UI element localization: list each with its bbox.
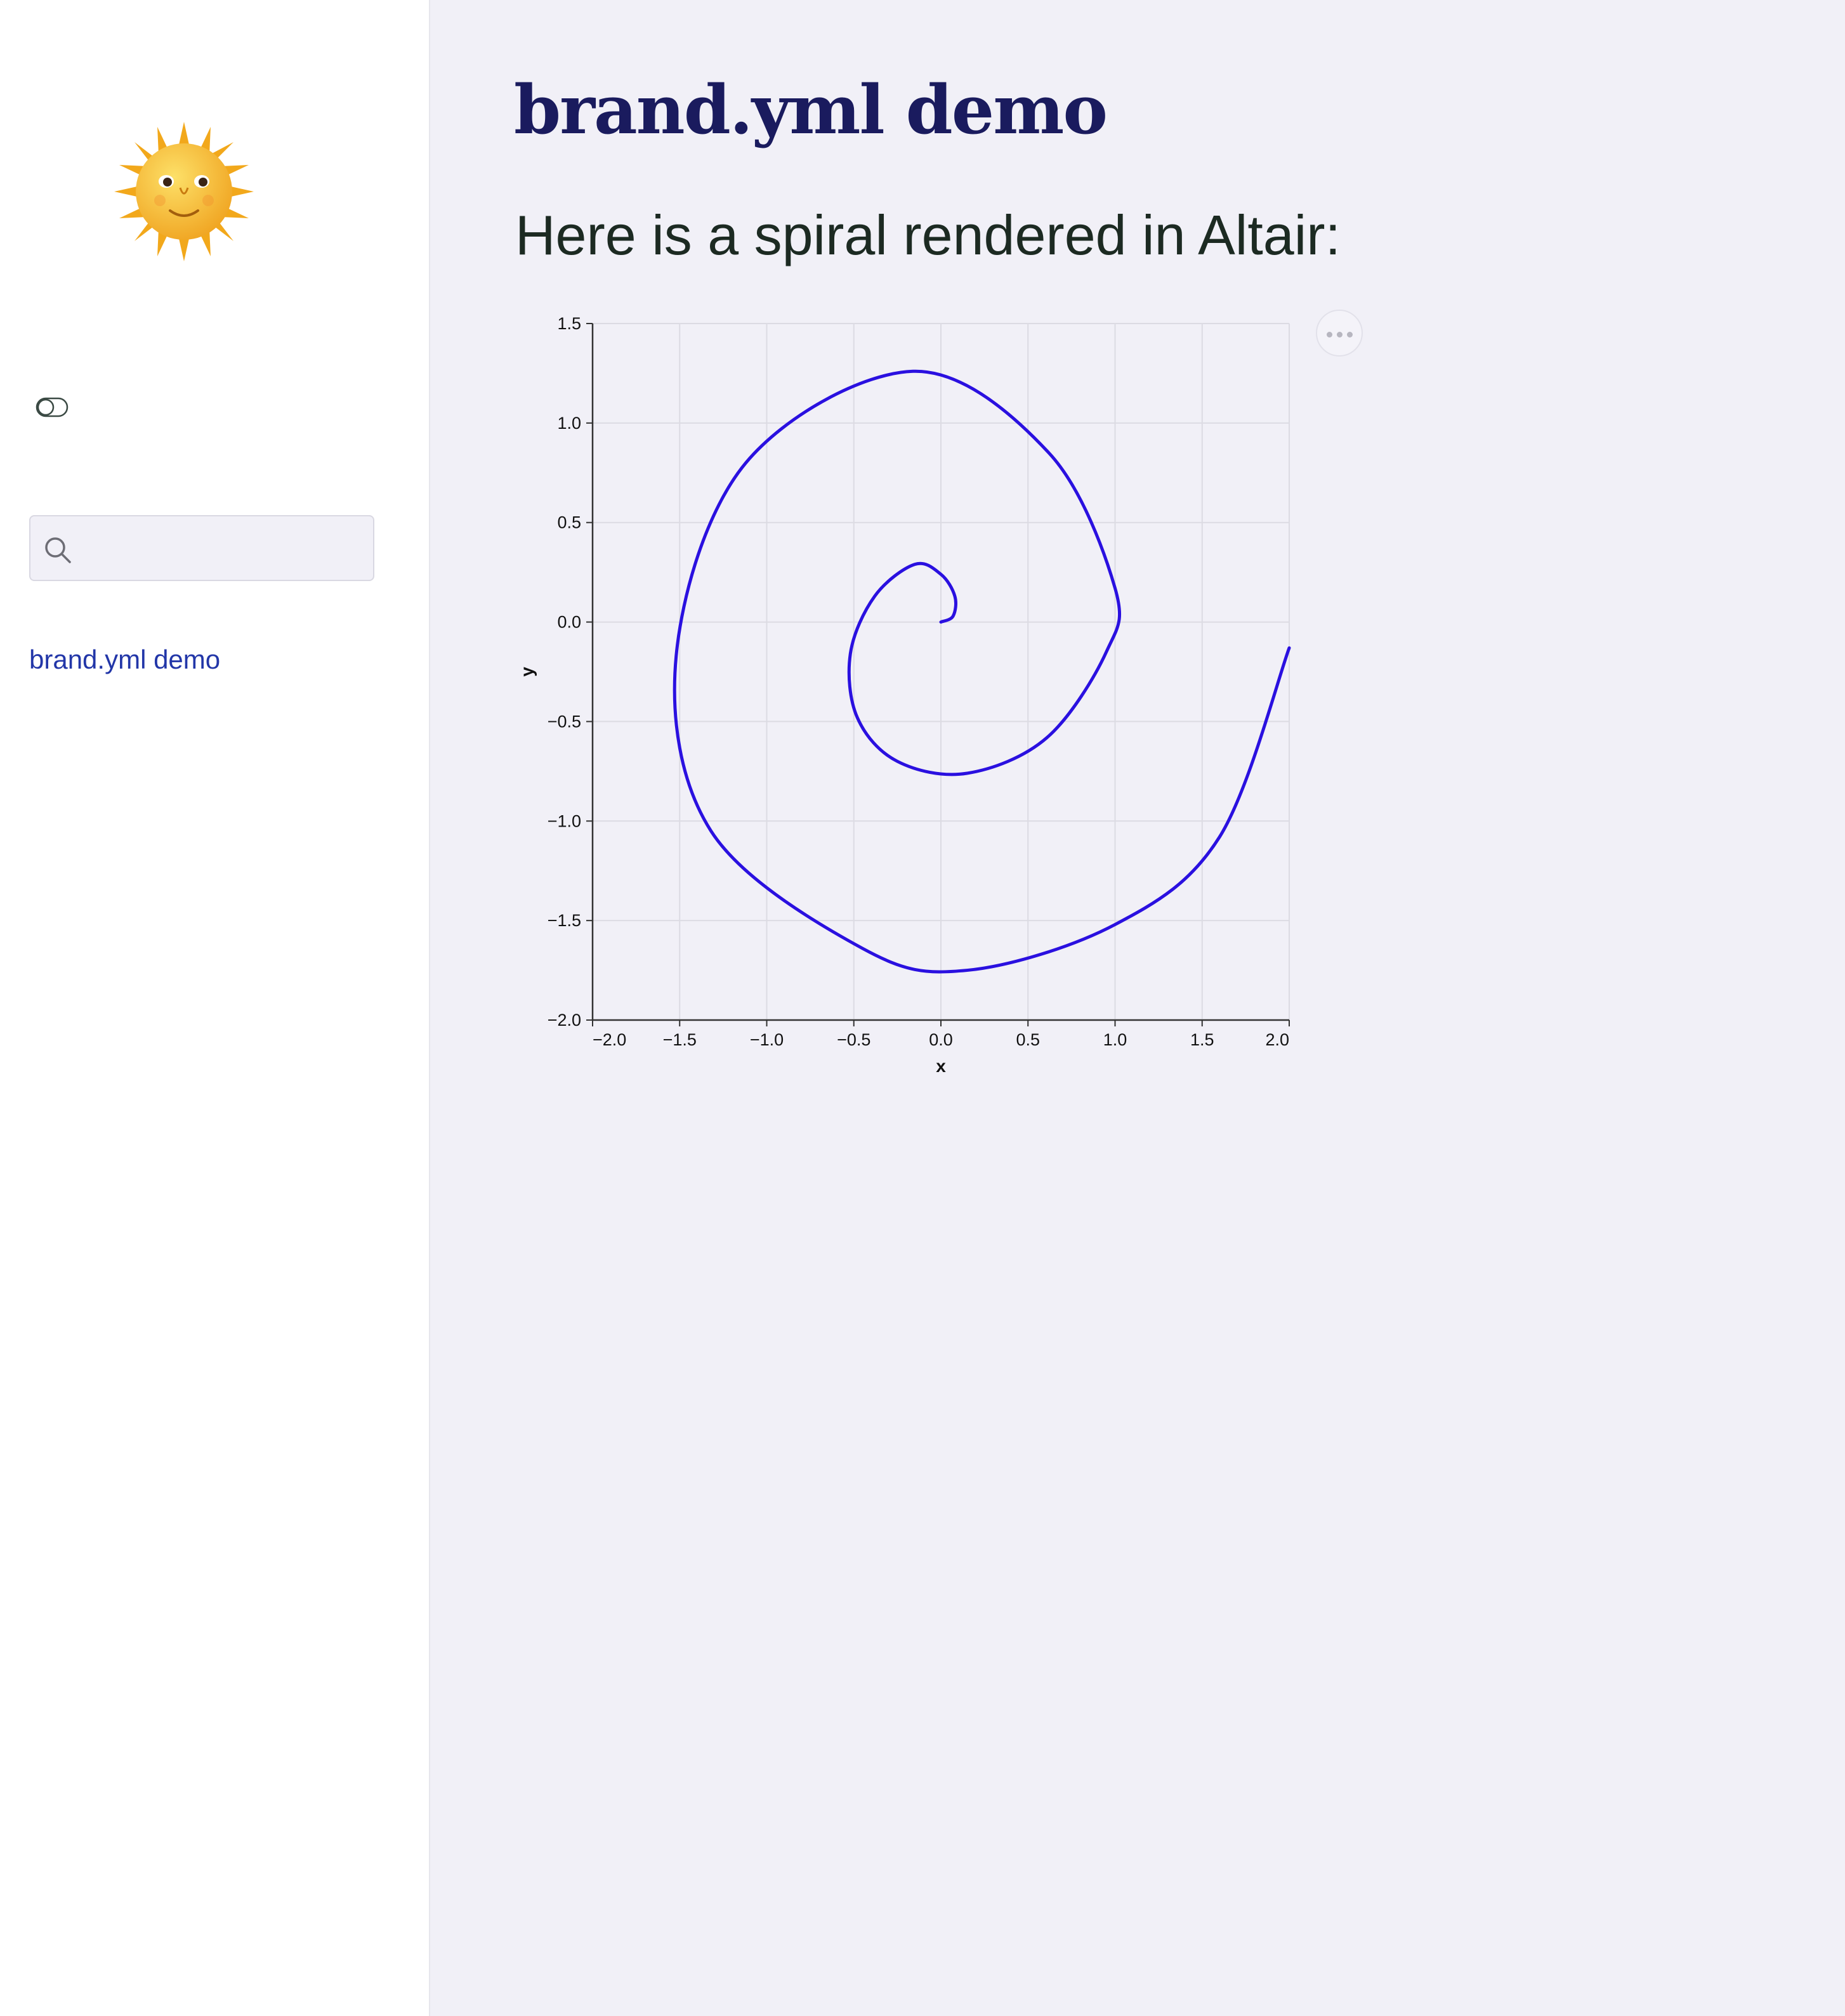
x-tick-label: −0.5	[837, 1030, 870, 1049]
search-box[interactable]	[29, 515, 374, 581]
y-tick-label: 0.5	[557, 513, 581, 532]
x-tick-label: −1.0	[750, 1030, 784, 1049]
x-gridlines	[592, 324, 1290, 1020]
toggle-switch-icon[interactable]	[36, 397, 69, 417]
x-tick-label: 2.0	[1265, 1030, 1289, 1049]
y-tick-label: 1.5	[557, 314, 581, 333]
chart-actions-menu-button[interactable]	[1316, 310, 1363, 357]
x-tick-label: 0.0	[929, 1030, 953, 1049]
x-tick-label: 1.5	[1190, 1030, 1214, 1049]
page-title: brand.yml demo	[514, 70, 1108, 149]
more-horizontal-icon-dot	[1327, 332, 1332, 337]
y-tick-label: 1.0	[557, 414, 581, 433]
y-tick-label: −1.5	[548, 911, 581, 930]
y-tick-label: 0.0	[557, 613, 581, 632]
x-axis-title: x	[936, 1056, 946, 1076]
more-horizontal-icon-dot	[1347, 332, 1353, 337]
intro-text: Here is a spiral rendered in Altair:	[515, 204, 1341, 266]
search-icon	[45, 537, 71, 563]
y-axis-title: y	[517, 667, 537, 677]
y-tick-label: −1.0	[548, 811, 581, 830]
spiral-chart: −2.0 −1.5 −1.0 −0.5 0.0 0.5 1.0 1.5 2.0 −2.0 −1.5…	[517, 314, 1291, 1076]
search-input[interactable]	[88, 516, 369, 581]
x-tick-label: −1.5	[663, 1030, 697, 1049]
x-tick-label: −2.0	[593, 1030, 626, 1049]
x-axis-ticks: −2.0 −1.5 −1.0 −0.5 0.0 0.5 1.0 1.5 2.0	[592, 1020, 1290, 1049]
x-tick-label: 1.0	[1103, 1030, 1127, 1049]
y-tick-label: −2.0	[548, 1011, 581, 1030]
sun-with-face-icon	[114, 122, 254, 261]
sidebar-item-brand-yml-demo[interactable]: brand.yml demo	[29, 645, 220, 675]
y-tick-label: −0.5	[548, 712, 581, 731]
sidebar: brand.yml demo	[0, 0, 430, 2016]
more-horizontal-icon-dot	[1337, 332, 1343, 337]
y-axis-ticks: −2.0 −1.5 −1.0 −0.5 0.0 0.5 1.0 1.5	[548, 314, 593, 1030]
x-tick-label: 0.5	[1016, 1030, 1040, 1049]
